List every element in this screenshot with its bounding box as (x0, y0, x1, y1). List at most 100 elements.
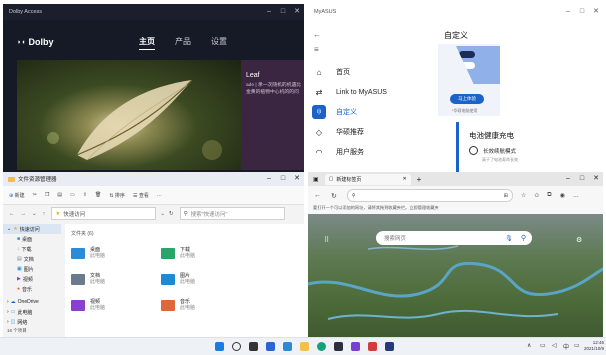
battery-mode-option[interactable]: 长效续航模式 (469, 146, 516, 155)
folder-item[interactable]: 音乐 此电脑 (161, 294, 247, 316)
toggle-icon (459, 51, 475, 58)
new-tab-button[interactable]: + (417, 175, 422, 184)
more-icon[interactable]: … (157, 192, 162, 198)
try-now-button[interactable]: 马上体验 (450, 94, 484, 104)
maximize-button[interactable]: □ (575, 4, 589, 20)
refresh-icon[interactable]: ↻ (331, 192, 337, 200)
recent-icon[interactable]: ⌄ (32, 211, 37, 217)
folder-item[interactable]: 桌面 此电脑 (71, 242, 157, 264)
start-windows-icon[interactable] (215, 342, 224, 351)
menu-item-service[interactable]: ◠ 用户服务 (308, 142, 418, 162)
tab-new-tab[interactable]: ▢ 新建标签页 ✕ (324, 173, 411, 185)
close-button[interactable]: ✕ (290, 4, 304, 20)
microphone-icon[interactable]: 🎙 (505, 235, 513, 242)
edge-taskbar-icon[interactable] (317, 342, 326, 351)
search-field[interactable]: ⚲ 搜索"快速访问" (179, 207, 285, 220)
app-icon[interactable] (351, 342, 360, 351)
input-language[interactable]: 中 (563, 342, 569, 351)
cut-icon[interactable]: ✂ (33, 192, 37, 198)
search-icon[interactable]: ⚲ (521, 234, 526, 242)
favorite-star-icon[interactable]: ☆ (521, 192, 526, 199)
tray-overflow-icon[interactable]: ∧ (527, 342, 531, 349)
minimize-button[interactable]: – (262, 4, 276, 20)
myasus-window: MyASUS – □ ✕ ← ≡ 自定义 ⌂ 首页 ⇄ Link to MyAS… (308, 4, 603, 172)
settings-gear-icon[interactable]: ⚙ (576, 236, 582, 244)
dropdown-icon[interactable]: ⌄ (160, 211, 165, 217)
delete-icon[interactable]: 🗑 (95, 192, 101, 198)
store-icon[interactable] (283, 342, 292, 351)
maximize-button[interactable]: □ (276, 4, 290, 20)
folder-icon (161, 273, 175, 285)
nav-documents[interactable]: ▤ 文档 (3, 254, 61, 264)
close-button[interactable]: ✕ (589, 172, 603, 187)
search-icon[interactable] (232, 342, 241, 351)
nav-downloads[interactable]: ↓ 下载 (3, 244, 61, 254)
menu-item-home[interactable]: ⌂ 首页 (308, 62, 418, 82)
clock[interactable]: 12:46 2021/10/9 (584, 340, 604, 352)
nav-home[interactable]: 主页 (139, 36, 155, 50)
mcafee-icon[interactable] (368, 342, 377, 351)
task-view-icon[interactable] (249, 342, 258, 351)
menu-item-recommend[interactable]: ◇ 华硕推荐 (308, 122, 418, 142)
back-icon[interactable]: ← (314, 192, 321, 199)
tab-close-icon[interactable]: ✕ (402, 176, 406, 182)
nav-pictures[interactable]: ▣ 图片 (3, 264, 61, 274)
nav-settings[interactable]: 设置 (211, 36, 227, 50)
nav-products[interactable]: 产品 (175, 36, 191, 50)
view-button[interactable]: ☰ 查看 (133, 192, 149, 199)
hamburger-menu-icon[interactable]: ≡ (314, 45, 319, 54)
copy-icon[interactable]: ❐ (45, 192, 49, 198)
refresh-icon[interactable]: ↻ (169, 211, 174, 217)
dolby-taskbar-icon[interactable] (334, 342, 343, 351)
more-icon[interactable]: … (573, 193, 579, 199)
close-button[interactable]: ✕ (589, 4, 603, 20)
radio-icon[interactable] (469, 146, 478, 155)
web-search-box[interactable]: 搜索网页 🎙 ⚲ (376, 231, 532, 245)
up-icon[interactable]: ↑ (43, 211, 46, 217)
search-icon: ⚲ (183, 210, 188, 217)
address-bar[interactable]: ★ 快速访问 (51, 207, 157, 220)
favorites-icon[interactable]: ✩ (534, 192, 539, 199)
minimize-button[interactable]: – (561, 4, 575, 20)
nav-desktop[interactable]: ■ 桌面 (3, 234, 61, 244)
profile-icon[interactable]: ◉ (560, 192, 565, 199)
folder-item[interactable]: 文档 此电脑 (71, 268, 157, 290)
minimize-button[interactable]: – (262, 172, 276, 187)
nav-music[interactable]: ● 音乐 (3, 284, 61, 294)
share-icon[interactable]: ⇪ (83, 192, 87, 198)
nav-onedrive[interactable]: › ☁ OneDrive (3, 297, 61, 307)
battery-icon[interactable]: ▭ (574, 342, 580, 349)
nav-network[interactable]: › ◫ 网络 (3, 317, 61, 327)
back-icon[interactable]: ← (9, 211, 15, 217)
minimize-button[interactable]: – (561, 172, 575, 187)
network-icon[interactable]: ▭ (540, 342, 546, 349)
explorer-titlebar: 文件资源管理器 – □ ✕ (3, 172, 304, 186)
collections-icon[interactable]: ⧉ (547, 192, 551, 199)
app-launcher-icon[interactable]: ⠿ (324, 236, 329, 244)
forward-icon[interactable]: → (21, 211, 27, 217)
myasus-taskbar-icon[interactable] (385, 342, 394, 351)
folder-item[interactable]: 下载 此电脑 (161, 242, 247, 264)
widgets-icon[interactable] (266, 342, 275, 351)
nav-quick-access[interactable]: ⌄ ★ 快速访问 (3, 224, 61, 234)
paste-icon[interactable]: ▤ (57, 192, 62, 198)
folder-item[interactable]: 视频 此电脑 (71, 294, 157, 316)
maximize-button[interactable]: □ (276, 172, 290, 187)
menu-item-customize[interactable]: ı|ı 自定义 (308, 102, 418, 122)
address-bar[interactable]: ⚲ ⊞ (346, 189, 513, 202)
nav-videos[interactable]: ▶ 视频 (3, 274, 61, 284)
dolby-logo-icon: ◗◖ (17, 38, 26, 46)
file-explorer-taskbar-icon[interactable] (300, 342, 309, 351)
volume-icon[interactable]: ◁ (552, 342, 557, 349)
new-button[interactable]: ⊕ 新建 (9, 192, 25, 199)
rename-icon[interactable]: ▭ (70, 192, 75, 198)
sort-button[interactable]: ⇅ 排序 (109, 192, 125, 199)
folder-item[interactable]: 图片 此电脑 (161, 268, 247, 290)
tab-actions-icon[interactable]: ▣ (313, 176, 319, 183)
back-icon[interactable]: ← (313, 30, 321, 39)
close-button[interactable]: ✕ (290, 172, 304, 187)
nav-this-pc[interactable]: › ▭ 此电脑 (3, 307, 61, 317)
reading-view-icon[interactable]: ⊞ (504, 193, 508, 199)
menu-item-link[interactable]: ⇄ Link to MyASUS (308, 82, 418, 102)
maximize-button[interactable]: □ (575, 172, 589, 187)
